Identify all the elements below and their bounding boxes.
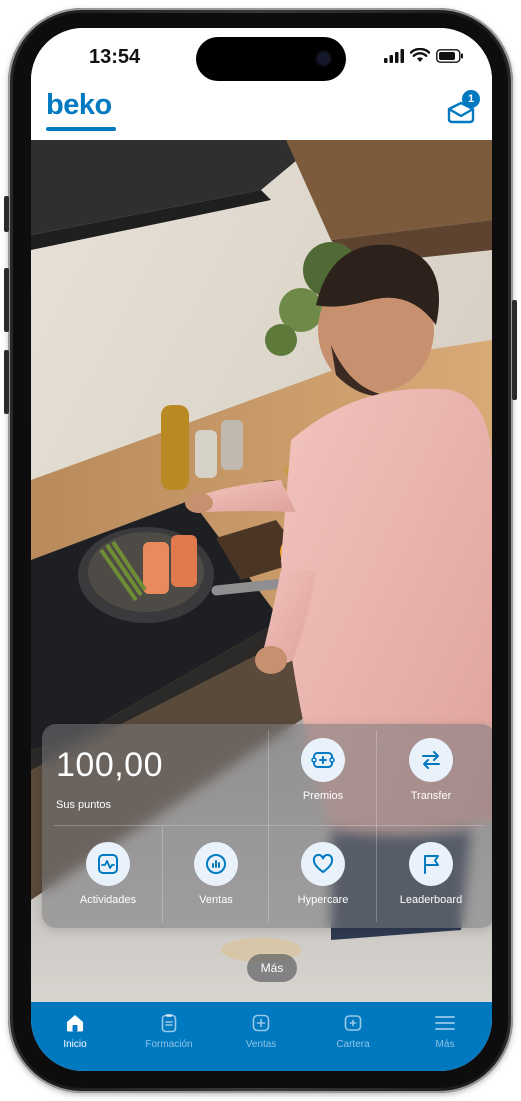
action-transfer[interactable]: Transfer — [377, 738, 485, 802]
card-divider-h — [54, 825, 483, 826]
tab-formacion[interactable]: Formación — [123, 1012, 215, 1050]
menu-icon — [399, 1012, 491, 1034]
wifi-icon — [410, 48, 430, 62]
action-leaderboard[interactable]: Leaderboard — [377, 842, 485, 906]
status-time: 13:54 — [89, 46, 141, 68]
action-label: Ventas — [199, 894, 233, 906]
action-label: Hypercare — [297, 894, 349, 906]
transfer-arrows-icon — [409, 738, 453, 782]
side-button-left-top — [4, 196, 9, 232]
tab-mas[interactable]: Más — [399, 1012, 491, 1050]
side-button-right — [512, 300, 517, 400]
clipboard-icon — [123, 1012, 215, 1034]
tab-cartera[interactable]: Cartera — [307, 1012, 399, 1050]
signal-icon — [384, 48, 404, 63]
action-label: Leaderboard — [399, 894, 463, 906]
side-button-left-bottom — [4, 350, 9, 414]
points-label: Sus puntos — [56, 799, 112, 811]
activity-chart-icon — [86, 842, 130, 886]
tab-label: Cartera — [336, 1039, 370, 1050]
screen: 13:54 beko 1 100,00 Sus puntos Premios T… — [31, 28, 492, 1071]
status-bar: 13:54 — [31, 28, 492, 84]
front-camera-icon — [317, 52, 330, 65]
tab-inicio[interactable]: Inicio — [31, 1012, 121, 1050]
action-ventas[interactable]: Ventas — [162, 842, 270, 906]
dynamic-island — [196, 37, 346, 81]
status-icons — [384, 48, 464, 63]
action-label: Transfer — [410, 790, 452, 802]
bar-chart-icon — [194, 842, 238, 886]
flag-icon — [409, 842, 453, 886]
home-icon — [31, 1012, 121, 1034]
logo-underline — [46, 127, 116, 131]
action-label: Premios — [302, 790, 344, 802]
action-label: Actividades — [79, 894, 137, 906]
action-premios[interactable]: Premios — [269, 738, 377, 802]
plus-square-icon — [215, 1012, 307, 1034]
action-actividades[interactable]: Actividades — [54, 842, 162, 906]
wallet-icon — [307, 1012, 399, 1034]
tab-label: Inicio — [63, 1039, 87, 1050]
battery-icon — [436, 48, 463, 63]
more-button[interactable]: Más — [247, 954, 297, 982]
tab-label: Formación — [145, 1039, 193, 1050]
tab-label: Ventas — [245, 1039, 277, 1050]
tab-ventas[interactable]: Ventas — [215, 1012, 307, 1050]
notification-button[interactable]: 1 — [444, 90, 480, 126]
beko-logo[interactable]: beko — [46, 89, 112, 122]
points-actions-card: 100,00 Sus puntos Premios Transfer Activ… — [42, 724, 492, 928]
bottom-tab-bar: Inicio Formación Ventas Cartera Más — [31, 1002, 492, 1071]
gift-card-icon — [301, 738, 345, 782]
points-value: 100,00 — [56, 746, 163, 784]
action-hypercare[interactable]: Hypercare — [269, 842, 377, 906]
tab-label: Más — [435, 1039, 455, 1050]
side-button-left-mid — [4, 268, 9, 332]
heart-icon — [301, 842, 345, 886]
notification-badge: 1 — [462, 90, 480, 108]
app-header: beko 1 — [31, 84, 492, 140]
